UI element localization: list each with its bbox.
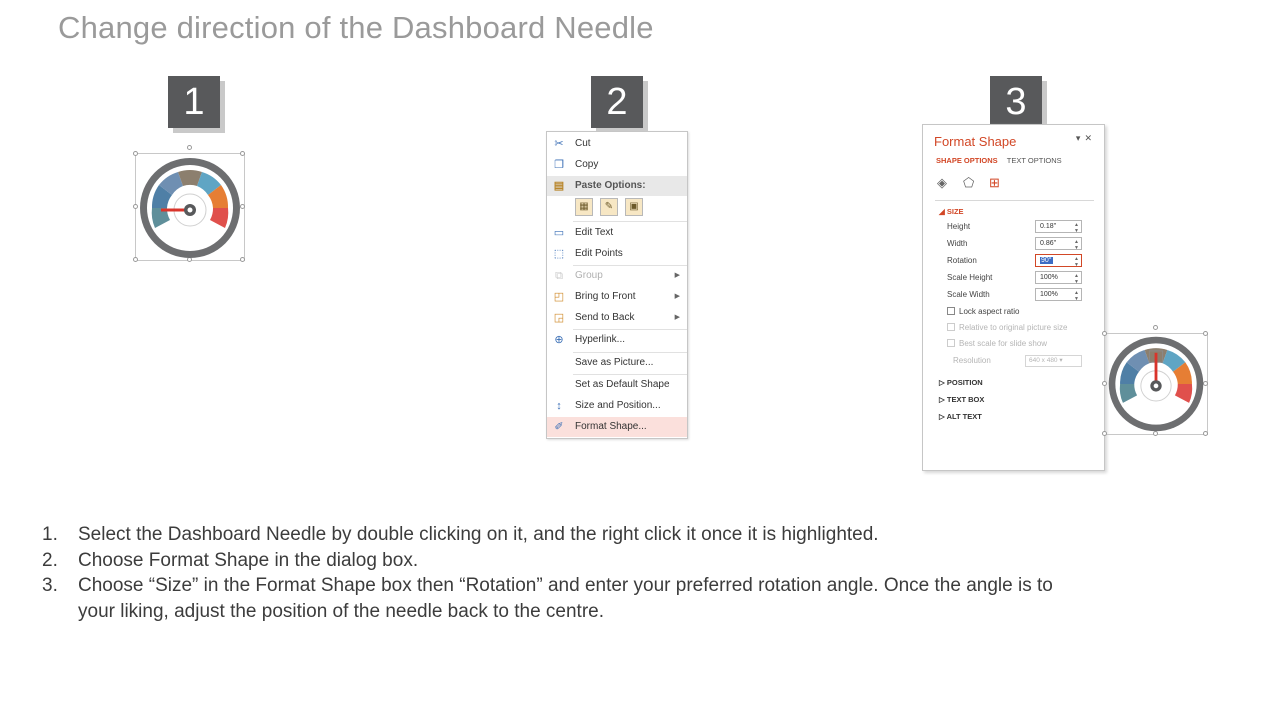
- menu-item-size-and-position[interactable]: ↕ Size and Position...: [547, 396, 687, 416]
- field-width: Width 0.86" ▲ ▼: [947, 237, 1097, 251]
- edit-points-icon: ⬚: [553, 248, 565, 260]
- menu-item-set-default-shape[interactable]: Set as Default Shape: [547, 375, 687, 395]
- size-position-icon: ↕: [556, 400, 562, 412]
- scale-height-input[interactable]: 100% ▲ ▼: [1035, 271, 1082, 285]
- close-icon[interactable]: ✕: [1084, 133, 1096, 143]
- gauge-graphic: [1108, 336, 1204, 432]
- section-size[interactable]: ◢ SIZE: [939, 207, 964, 216]
- menu-item-edit-points[interactable]: ⬚ Edit Points: [547, 244, 687, 264]
- size-properties-icon[interactable]: ⊞: [989, 175, 1000, 191]
- rotate-handle[interactable]: [1153, 325, 1158, 330]
- hyperlink-icon: ⊕: [554, 334, 564, 346]
- checkbox-box: [947, 339, 955, 347]
- instruction-list: 1. Select the Dashboard Needle by double…: [42, 522, 1082, 624]
- menu-separator: [573, 221, 687, 222]
- checkbox-box: [947, 323, 955, 331]
- pane-category-icons: ◈ ⬠ ⊞: [937, 175, 1017, 193]
- menu-item-format-shape[interactable]: ✐ Format Shape...: [547, 417, 687, 437]
- menu-item-send-to-back[interactable]: ◲ Send to Back ▶: [547, 308, 687, 328]
- pane-controls: ▾✕: [1076, 133, 1096, 144]
- submenu-arrow-icon: ▶: [674, 272, 680, 279]
- tab-text-options[interactable]: TEXT OPTIONS: [1007, 156, 1062, 165]
- effects-icon[interactable]: ⬠: [963, 175, 974, 191]
- resolution-row: Resolution 640 x 480 ▾: [953, 355, 1093, 368]
- spin-down-icon[interactable]: ▼: [1074, 226, 1079, 237]
- resolution-select: 640 x 480 ▾: [1025, 355, 1082, 367]
- spin-down-icon[interactable]: ▼: [1074, 260, 1079, 271]
- field-rotation: Rotation 90° ▲ ▼: [947, 254, 1097, 268]
- menu-item-group: ⧉ Group ▶: [547, 266, 687, 286]
- instruction-item: 1. Select the Dashboard Needle by double…: [42, 524, 879, 545]
- height-input[interactable]: 0.18" ▲ ▼: [1035, 220, 1082, 234]
- field-scale-height: Scale Height 100% ▲ ▼: [947, 271, 1097, 285]
- dashboard-gauge-selected[interactable]: [133, 145, 245, 263]
- submenu-arrow-icon: ▶: [674, 314, 680, 321]
- rotate-handle[interactable]: [187, 145, 192, 150]
- paste-keep-source-icon[interactable]: ▦: [575, 198, 593, 216]
- paste-option-buttons: ▦ ✎ ▣: [573, 196, 653, 220]
- rotation-input[interactable]: 90° ▲ ▼: [1035, 254, 1082, 268]
- paste-picture-icon[interactable]: ▣: [625, 198, 643, 216]
- menu-item-copy[interactable]: ❐ Copy: [547, 155, 687, 175]
- scissors-icon: ✂: [554, 138, 564, 150]
- bring-to-front-icon: ◰: [553, 291, 565, 303]
- menu-item-save-as-picture[interactable]: Save as Picture...: [547, 353, 687, 373]
- group-icon: ⧉: [555, 270, 563, 282]
- submenu-arrow-icon: ▶: [674, 293, 680, 300]
- step-badge-2: 2: [591, 76, 643, 128]
- paste-icon: ▤: [553, 180, 565, 192]
- gauge-graphic: [140, 158, 240, 258]
- section-position[interactable]: ▷ POSITION: [939, 378, 983, 387]
- menu-item-bring-to-front[interactable]: ◰ Bring to Front ▶: [547, 287, 687, 307]
- menu-item-edit-text[interactable]: ▭ Edit Text: [547, 223, 687, 243]
- section-alt-text[interactable]: ▷ ALT TEXT: [939, 412, 982, 421]
- send-to-back-icon: ◲: [553, 312, 565, 324]
- instruction-item: 3. Choose “Size” in the Format Shape box…: [42, 575, 1053, 622]
- copy-icon: ❐: [554, 159, 564, 171]
- step-badge-1: 1: [168, 76, 220, 128]
- dashboard-gauge-rotated[interactable]: [1102, 325, 1208, 437]
- pane-tabs: SHAPE OPTIONS TEXT OPTIONS: [936, 156, 1062, 165]
- edit-text-icon: ▭: [553, 227, 565, 239]
- menu-item-cut[interactable]: ✂ Cut: [547, 134, 687, 154]
- pane-title: Format Shape: [934, 134, 1017, 149]
- instruction-item: 2. Choose Format Shape in the dialog box…: [42, 549, 419, 571]
- tab-shape-options[interactable]: SHAPE OPTIONS: [936, 156, 998, 165]
- field-height: Height 0.18" ▲ ▼: [947, 220, 1097, 234]
- step-badge-3: 3: [990, 76, 1042, 128]
- paste-merge-icon[interactable]: ✎: [600, 198, 618, 216]
- checkbox-box[interactable]: [947, 307, 955, 315]
- slide-title: Change direction of the Dashboard Needle: [58, 10, 654, 45]
- width-input[interactable]: 0.86" ▲ ▼: [1035, 237, 1082, 251]
- fill-line-icon[interactable]: ◈: [937, 175, 947, 191]
- format-shape-icon: ✐: [554, 421, 564, 433]
- format-shape-pane: Format Shape ▾✕ SHAPE OPTIONS TEXT OPTIO…: [922, 124, 1105, 471]
- menu-item-paste-options: ▤ Paste Options:: [547, 176, 687, 196]
- context-menu: ✂ Cut ❐ Copy ▤ Paste Options: ▦ ✎ ▣ ▭ Ed…: [546, 131, 688, 439]
- spin-down-icon[interactable]: ▼: [1074, 243, 1079, 254]
- spin-down-icon[interactable]: ▼: [1074, 277, 1079, 288]
- menu-item-hyperlink[interactable]: ⊕ Hyperlink...: [547, 330, 687, 350]
- spin-down-icon[interactable]: ▼: [1074, 294, 1079, 305]
- field-scale-width: Scale Width 100% ▲ ▼: [947, 288, 1097, 302]
- scale-width-input[interactable]: 100% ▲ ▼: [1035, 288, 1082, 302]
- section-text-box[interactable]: ▷ TEXT BOX: [939, 395, 984, 404]
- pane-divider: [935, 200, 1094, 201]
